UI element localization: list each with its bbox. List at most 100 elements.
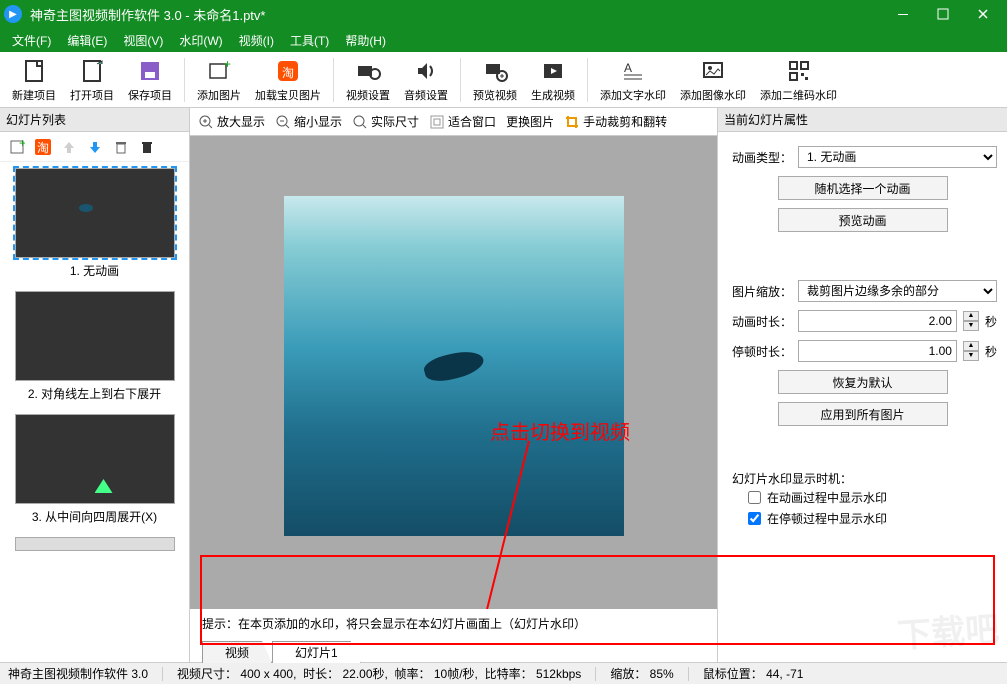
slide-thumbnail (15, 537, 175, 551)
canvas-toolbar: 放大显示 缩小显示 实际尺寸 适合窗口 更换图片 手动裁剪和翻转 (190, 108, 717, 136)
save-project-button[interactable]: 保存项目 (122, 55, 178, 105)
slide-list[interactable]: 1. 无动画 2. 对角线左上到右下展开 3. 从中间向四周展开(X) (0, 162, 189, 662)
menu-view[interactable]: 视图(V) (115, 30, 171, 51)
wm-during-pause-checkbox[interactable]: 在停顿过程中显示水印 (718, 508, 1007, 529)
slide-caption: 3. 从中间向四周展开(X) (6, 508, 183, 525)
change-image-button[interactable]: 更换图片 (502, 111, 558, 132)
menubar: 文件(F) 编辑(E) 视图(V) 水印(W) 视频(I) 工具(T) 帮助(H… (0, 28, 1007, 52)
wm-during-anim-checkbox[interactable]: 在动画过程中显示水印 (718, 487, 1007, 508)
canvas-panel: 放大显示 缩小显示 实际尺寸 适合窗口 更换图片 手动裁剪和翻转 点击切换到视频… (190, 108, 717, 662)
preview-icon (481, 57, 509, 85)
status-app: 神奇主图视频制作软件 3.0 (8, 665, 148, 682)
properties-title: 当前幻灯片属性 (718, 108, 1007, 132)
scale-label: 图片缩放： (728, 283, 792, 300)
delete-slide-button[interactable] (110, 136, 132, 158)
preview-video-button[interactable]: 预览视频 (467, 55, 523, 105)
preview-anim-button[interactable]: 预览动画 (778, 208, 948, 232)
menu-video[interactable]: 视频(I) (231, 30, 282, 51)
scale-select[interactable]: 裁剪图片边缘多余的部分 (798, 280, 997, 302)
slide-item[interactable]: 2. 对角线左上到右下展开 (6, 291, 183, 402)
zoom-out-button[interactable]: 缩小显示 (271, 111, 346, 132)
video-settings-button[interactable]: 视频设置 (340, 55, 396, 105)
save-icon (136, 57, 164, 85)
add-text-watermark-button[interactable]: A添加文字水印 (594, 55, 672, 105)
zoom-in-icon (198, 114, 214, 130)
menu-file[interactable]: 文件(F) (4, 30, 59, 51)
random-anim-button[interactable]: 随机选择一个动画 (778, 176, 948, 200)
pause-dur-input[interactable] (798, 340, 957, 362)
slide-caption: 2. 对角线左上到右下展开 (6, 385, 183, 402)
anim-dur-input[interactable] (798, 310, 957, 332)
slide-item[interactable] (6, 537, 183, 551)
export-video-icon (539, 57, 567, 85)
taobao-slide-button[interactable]: 淘 (32, 136, 54, 158)
anim-type-select[interactable]: 1. 无动画 (798, 146, 997, 168)
maximize-button[interactable] (923, 0, 963, 28)
add-qr-watermark-button[interactable]: 添加二维码水印 (754, 55, 843, 105)
apply-all-button[interactable]: 应用到所有图片 (778, 402, 948, 426)
minimize-button[interactable] (883, 0, 923, 28)
app-logo-icon: ▶ (4, 5, 22, 23)
canvas-area[interactable]: 点击切换到视频 (190, 136, 717, 609)
file-icon (20, 57, 48, 85)
slide-list-title: 幻灯片列表 (0, 108, 189, 132)
menu-watermark[interactable]: 水印(W) (171, 30, 230, 51)
pause-dur-label: 停顿时长： (728, 343, 792, 360)
svg-text:A: A (624, 61, 632, 75)
svg-text:淘: 淘 (37, 141, 49, 155)
menu-tools[interactable]: 工具(T) (282, 30, 337, 51)
tab-video[interactable]: 视频 (202, 641, 272, 663)
image-watermark-icon (699, 57, 727, 85)
anim-dur-spinner[interactable]: ▲▼ (963, 311, 979, 331)
generate-video-button[interactable]: 生成视频 (525, 55, 581, 105)
taobao-icon: 淘 (274, 57, 302, 85)
audio-settings-button[interactable]: 音频设置 (398, 55, 454, 105)
slide-thumbnail (15, 168, 175, 258)
crop-icon (564, 114, 580, 130)
main-toolbar: 新建项目 打开项目 保存项目 +添加图片 淘加载宝贝图片 视频设置 音频设置 预… (0, 52, 1007, 108)
actual-size-icon (352, 114, 368, 130)
watermark-timing-title: 幻灯片水印显示时机： (718, 470, 1007, 487)
video-settings-icon (354, 57, 382, 85)
qr-icon (785, 57, 813, 85)
actual-size-button[interactable]: 实际尺寸 (348, 111, 423, 132)
slide-thumbnail (15, 291, 175, 381)
slide-list-toolbar: + 淘 (0, 132, 189, 162)
add-slide-button[interactable]: + (6, 136, 28, 158)
slide-item[interactable]: 1. 无动画 (6, 168, 183, 279)
menu-help[interactable]: 帮助(H) (337, 30, 394, 51)
load-taobao-button[interactable]: 淘加载宝贝图片 (249, 55, 327, 105)
new-project-button[interactable]: 新建项目 (6, 55, 62, 105)
properties-panel: 当前幻灯片属性 动画类型： 1. 无动画 随机选择一个动画 预览动画 图片缩放：… (717, 108, 1007, 662)
svg-text:淘: 淘 (282, 66, 294, 80)
svg-text:+: + (19, 139, 25, 150)
add-image-button[interactable]: +添加图片 (191, 55, 247, 105)
move-down-button[interactable] (84, 136, 106, 158)
close-button[interactable] (963, 0, 1003, 28)
anim-type-label: 动画类型： (728, 149, 792, 166)
hint-text: 提示：在本页添加的水印，将只会显示在本幻灯片画面上（幻灯片水印） (190, 609, 717, 638)
canvas-image[interactable] (284, 196, 624, 536)
anim-dur-label: 动画时长： (728, 313, 792, 330)
slide-thumbnail (15, 414, 175, 504)
window-title: 神奇主图视频制作软件 3.0 - 未命名1.ptv* (30, 5, 883, 24)
clear-slides-button[interactable] (136, 136, 158, 158)
menu-edit[interactable]: 编辑(E) (59, 30, 115, 51)
slide-item[interactable]: 3. 从中间向四周展开(X) (6, 414, 183, 525)
image-plus-icon: + (205, 57, 233, 85)
zoom-in-button[interactable]: 放大显示 (194, 111, 269, 132)
pause-dur-spinner[interactable]: ▲▼ (963, 341, 979, 361)
svg-text:+: + (224, 58, 231, 71)
reset-default-button[interactable]: 恢复为默认 (778, 370, 948, 394)
tab-strip: 视频 幻灯片1 (190, 638, 717, 662)
fit-window-button[interactable]: 适合窗口 (425, 111, 500, 132)
slide-caption: 1. 无动画 (6, 262, 183, 279)
text-watermark-icon: A (619, 57, 647, 85)
fit-icon (429, 114, 445, 130)
add-image-watermark-button[interactable]: 添加图像水印 (674, 55, 752, 105)
manual-crop-button[interactable]: 手动裁剪和翻转 (560, 111, 671, 132)
move-up-button[interactable] (58, 136, 80, 158)
tab-slide[interactable]: 幻灯片1 (272, 641, 361, 663)
statusbar: 神奇主图视频制作软件 3.0 视频尺寸： 400 x 400, 时长： 22.0… (0, 662, 1007, 684)
open-project-button[interactable]: 打开项目 (64, 55, 120, 105)
